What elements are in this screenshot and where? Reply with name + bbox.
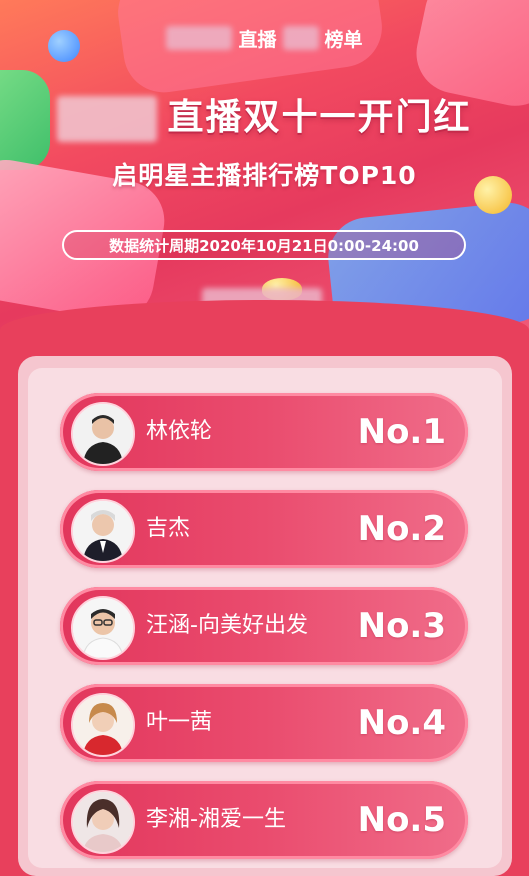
rank-label: No.5 — [357, 800, 446, 840]
avatar — [71, 693, 135, 757]
top-tag: 直播 榜单 — [0, 18, 529, 58]
stats-period-badge: 数据统计周期2020年10月21日0:00-24:00 — [62, 230, 466, 260]
ranking-row-1[interactable]: 林依轮 No.1 — [60, 393, 468, 471]
anchor-name: 汪涵-向美好出发 — [146, 613, 308, 638]
anchor-name: 李湘-湘爱一生 — [146, 807, 286, 832]
avatar — [71, 596, 135, 660]
ranking-row-2[interactable]: 吉杰 No.2 — [60, 490, 468, 568]
rank-label: No.3 — [357, 606, 446, 646]
header-banner: 直播 榜单 直播双十一开门红 启明星主播排行榜TOP10 数据统计周期2020年… — [0, 0, 529, 340]
anchor-name: 林依轮 — [146, 419, 213, 444]
top-tag-list: 榜单 — [324, 28, 363, 51]
ranking-row-3[interactable]: 汪涵-向美好出发 No.3 — [60, 587, 468, 665]
page-title-text: 直播双十一开门红 — [167, 97, 472, 138]
avatar — [71, 402, 135, 466]
blurred-logo — [282, 26, 319, 50]
anchor-name: 吉杰 — [146, 516, 191, 541]
avatar — [71, 499, 135, 563]
stats-period-text: 数据统计周期2020年10月21日0:00-24:00 — [109, 236, 419, 255]
header-wave — [0, 300, 529, 360]
rank-label: No.2 — [357, 509, 446, 549]
rank-label: No.4 — [357, 703, 446, 743]
avatar — [71, 790, 135, 854]
ranking-row-4[interactable]: 叶一茜 No.4 — [60, 684, 468, 762]
page-title: 直播双十一开门红 — [0, 88, 529, 142]
rank-label: No.1 — [357, 412, 446, 452]
top-tag-live: 直播 — [238, 28, 277, 51]
blurred-logo — [166, 26, 233, 50]
page-subtitle: 启明星主播排行榜TOP10 — [112, 161, 417, 190]
anchor-name: 叶一茜 — [146, 710, 213, 735]
ranking-row-5[interactable]: 李湘-湘爱一生 No.5 — [60, 781, 468, 859]
blurred-logo — [57, 96, 158, 142]
